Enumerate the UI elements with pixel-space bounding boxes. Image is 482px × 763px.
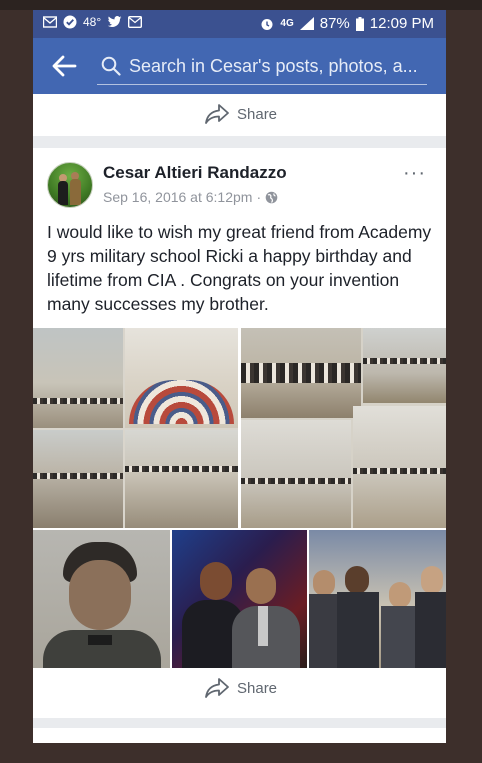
avatar[interactable]: [47, 162, 93, 208]
mail-icon: [43, 16, 57, 28]
globe-icon: [265, 191, 278, 203]
back-arrow-icon[interactable]: [51, 54, 77, 78]
temperature: 48°: [83, 15, 102, 29]
status-right: 4G 87% 12:09 PM: [260, 15, 434, 32]
phone-screen: 48° 4G 87% 12:09 PM Search in Cesar's po…: [33, 10, 446, 743]
event-photo-two-men[interactable]: [172, 530, 307, 668]
post-author[interactable]: Cesar Altieri Randazzo: [103, 163, 287, 183]
status-left: 48°: [43, 15, 143, 29]
alarm-icon: [261, 18, 273, 30]
clock: 12:09 PM: [369, 15, 434, 32]
message-icon: [128, 16, 143, 28]
previous-post-share-button[interactable]: Share: [33, 94, 446, 136]
search-header: Search in Cesar's posts, photos, a...: [33, 38, 446, 94]
post-timestamp[interactable]: Sep 16, 2016 at 6:12pm: [103, 189, 252, 205]
parade-photo-collage-right[interactable]: [241, 328, 446, 528]
meta-separator: ·: [256, 189, 262, 205]
post-card: Cesar Altieri Randazzo Sep 16, 2016 at 6…: [33, 148, 446, 718]
share-icon: [205, 104, 229, 124]
network-type: 4G: [280, 18, 294, 29]
post-text: I would like to wish my great friend fro…: [47, 222, 432, 314]
battery-icon: [355, 16, 364, 31]
search-placeholder: Search in Cesar's posts, photos, a...: [129, 56, 418, 76]
device-frame-top: [0, 0, 482, 10]
next-post-edge: [33, 718, 446, 743]
post-options-button[interactable]: ···: [403, 162, 426, 185]
photo-collage[interactable]: [33, 328, 446, 668]
post-share-button[interactable]: Share: [33, 668, 446, 710]
twitter-icon: [107, 16, 122, 27]
parade-photo-collage-left[interactable]: [33, 328, 238, 528]
share-icon: [205, 678, 229, 698]
search-input[interactable]: Search in Cesar's posts, photos, a...: [97, 48, 427, 85]
check-circle-icon: [63, 15, 77, 29]
signal-icon: [299, 17, 314, 30]
status-bar: 48° 4G 87% 12:09 PM: [33, 10, 446, 38]
group-photo-four-men[interactable]: [309, 530, 446, 668]
search-icon: [101, 56, 121, 76]
childhood-portrait-photo[interactable]: [33, 530, 170, 668]
post-meta: Sep 16, 2016 at 6:12pm ·: [103, 189, 278, 205]
share-label: Share: [237, 105, 278, 123]
share-label: Share: [237, 679, 278, 697]
battery-percent: 87%: [319, 15, 350, 32]
